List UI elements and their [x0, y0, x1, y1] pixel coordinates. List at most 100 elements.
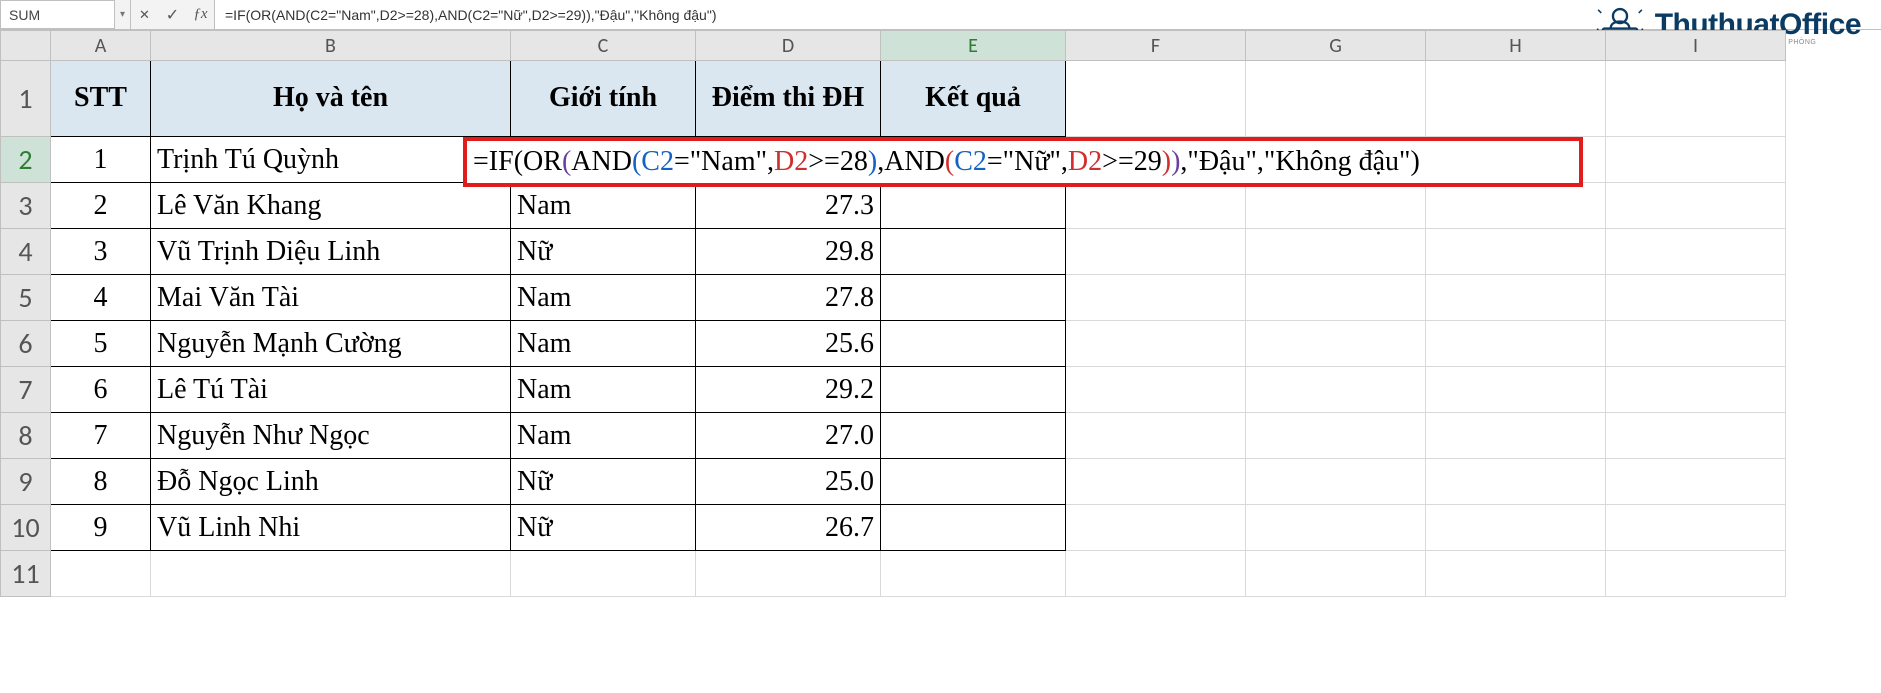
- cell-G9[interactable]: [1246, 459, 1426, 505]
- cell-D9[interactable]: 25.0: [696, 459, 881, 505]
- cell-A5[interactable]: 4: [51, 275, 151, 321]
- cell-C10[interactable]: Nữ: [511, 505, 696, 551]
- cell-H11[interactable]: [1426, 551, 1606, 597]
- cancel-icon[interactable]: ✕: [131, 0, 159, 29]
- cell-A2[interactable]: 1: [51, 137, 151, 183]
- cell-G6[interactable]: [1246, 321, 1426, 367]
- row-header-4[interactable]: 4: [1, 229, 51, 275]
- cell-B9[interactable]: Đỗ Ngọc Linh: [151, 459, 511, 505]
- cell-D6[interactable]: 25.6: [696, 321, 881, 367]
- cell-B5[interactable]: Mai Văn Tài: [151, 275, 511, 321]
- cell-F6[interactable]: [1066, 321, 1246, 367]
- cell-C5[interactable]: Nam: [511, 275, 696, 321]
- cell-F1[interactable]: [1066, 61, 1246, 137]
- row-header-11[interactable]: 11: [1, 551, 51, 597]
- cell-G8[interactable]: [1246, 413, 1426, 459]
- cell-C9[interactable]: Nữ: [511, 459, 696, 505]
- row-header-9[interactable]: 9: [1, 459, 51, 505]
- cell-A8[interactable]: 7: [51, 413, 151, 459]
- cell-B8[interactable]: Nguyễn Như Ngọc: [151, 413, 511, 459]
- col-header-I[interactable]: I: [1606, 31, 1786, 61]
- cell-I7[interactable]: [1606, 367, 1786, 413]
- cell-D7[interactable]: 29.2: [696, 367, 881, 413]
- col-header-F[interactable]: F: [1066, 31, 1246, 61]
- name-box[interactable]: SUM: [0, 0, 115, 29]
- row-header-5[interactable]: 5: [1, 275, 51, 321]
- cell-B7[interactable]: Lê Tú Tài: [151, 367, 511, 413]
- cell-I10[interactable]: [1606, 505, 1786, 551]
- cell-B4[interactable]: Vũ Trịnh Diệu Linh: [151, 229, 511, 275]
- cell-C11[interactable]: [511, 551, 696, 597]
- cell-A7[interactable]: 6: [51, 367, 151, 413]
- cell-A4[interactable]: 3: [51, 229, 151, 275]
- cell-B3[interactable]: Lê Văn Khang: [151, 183, 511, 229]
- cell-A9[interactable]: 8: [51, 459, 151, 505]
- cell-H1[interactable]: [1426, 61, 1606, 137]
- row-header-1[interactable]: 1: [1, 61, 51, 137]
- cell-B2[interactable]: Trịnh Tú Quỳnh: [151, 137, 511, 183]
- cell-D3[interactable]: 27.3: [696, 183, 881, 229]
- cell-G3[interactable]: [1246, 183, 1426, 229]
- cell-E9[interactable]: [881, 459, 1066, 505]
- row-header-7[interactable]: 7: [1, 367, 51, 413]
- cell-G11[interactable]: [1246, 551, 1426, 597]
- col-header-G[interactable]: G: [1246, 31, 1426, 61]
- cell-H9[interactable]: [1426, 459, 1606, 505]
- cell-I2[interactable]: [1606, 137, 1786, 183]
- cell-D10[interactable]: 26.7: [696, 505, 881, 551]
- cell-G7[interactable]: [1246, 367, 1426, 413]
- cell-E7[interactable]: [881, 367, 1066, 413]
- cell-E5[interactable]: [881, 275, 1066, 321]
- col-header-E[interactable]: E: [881, 31, 1066, 61]
- cell-G4[interactable]: [1246, 229, 1426, 275]
- cell-F11[interactable]: [1066, 551, 1246, 597]
- cell-E1[interactable]: Kết quả: [881, 61, 1066, 137]
- in-cell-formula-editor[interactable]: = IF ( OR ( AND ( C2 ="Nam", D2 >=28 ) ,…: [463, 137, 1583, 187]
- cell-E6[interactable]: [881, 321, 1066, 367]
- cell-F3[interactable]: [1066, 183, 1246, 229]
- row-header-2[interactable]: 2: [1, 137, 51, 183]
- enter-icon[interactable]: ✓: [159, 0, 187, 29]
- cell-F5[interactable]: [1066, 275, 1246, 321]
- row-header-3[interactable]: 3: [1, 183, 51, 229]
- cell-G5[interactable]: [1246, 275, 1426, 321]
- cell-C1[interactable]: Giới tính: [511, 61, 696, 137]
- cell-A1[interactable]: STT: [51, 61, 151, 137]
- cell-F8[interactable]: [1066, 413, 1246, 459]
- cell-H10[interactable]: [1426, 505, 1606, 551]
- row-header-10[interactable]: 10: [1, 505, 51, 551]
- cell-H7[interactable]: [1426, 367, 1606, 413]
- cell-B10[interactable]: Vũ Linh Nhi: [151, 505, 511, 551]
- cell-B11[interactable]: [151, 551, 511, 597]
- cell-I3[interactable]: [1606, 183, 1786, 229]
- cell-D5[interactable]: 27.8: [696, 275, 881, 321]
- cell-E8[interactable]: [881, 413, 1066, 459]
- cell-I1[interactable]: [1606, 61, 1786, 137]
- cell-I11[interactable]: [1606, 551, 1786, 597]
- cell-C4[interactable]: Nữ: [511, 229, 696, 275]
- cell-G1[interactable]: [1246, 61, 1426, 137]
- cell-H5[interactable]: [1426, 275, 1606, 321]
- cell-F4[interactable]: [1066, 229, 1246, 275]
- col-header-B[interactable]: B: [151, 31, 511, 61]
- cell-D4[interactable]: 29.8: [696, 229, 881, 275]
- select-all-corner[interactable]: [1, 31, 51, 61]
- cell-H6[interactable]: [1426, 321, 1606, 367]
- cell-A11[interactable]: [51, 551, 151, 597]
- cell-E11[interactable]: [881, 551, 1066, 597]
- col-header-D[interactable]: D: [696, 31, 881, 61]
- cell-H8[interactable]: [1426, 413, 1606, 459]
- name-box-dropdown-icon[interactable]: ▾: [115, 0, 131, 29]
- cell-I6[interactable]: [1606, 321, 1786, 367]
- cell-A6[interactable]: 5: [51, 321, 151, 367]
- col-header-C[interactable]: C: [511, 31, 696, 61]
- worksheet[interactable]: A B C D E F G H I 1 STT Họ và tên Giới t…: [0, 30, 1881, 693]
- cell-D8[interactable]: 27.0: [696, 413, 881, 459]
- cell-C3[interactable]: Nam: [511, 183, 696, 229]
- col-header-H[interactable]: H: [1426, 31, 1606, 61]
- cell-H3[interactable]: [1426, 183, 1606, 229]
- cell-C6[interactable]: Nam: [511, 321, 696, 367]
- cell-F10[interactable]: [1066, 505, 1246, 551]
- cell-G10[interactable]: [1246, 505, 1426, 551]
- cell-H4[interactable]: [1426, 229, 1606, 275]
